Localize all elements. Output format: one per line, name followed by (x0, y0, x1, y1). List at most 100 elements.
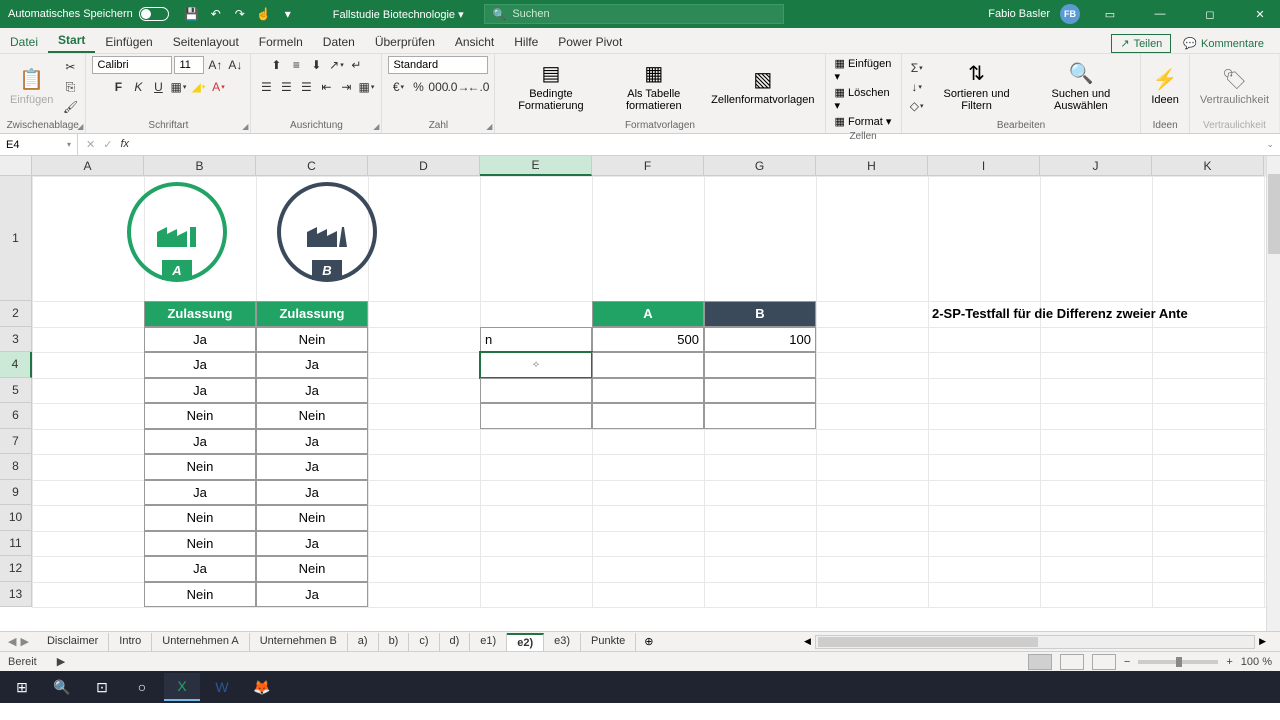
col-header-g[interactable]: G (704, 156, 816, 176)
cell-e4-selected[interactable]: ⟡ (480, 352, 592, 378)
insert-cells-button[interactable]: ▦ Einfügen ▾ (832, 56, 895, 84)
ideas-button[interactable]: ⚡Ideen (1147, 66, 1183, 108)
user-name[interactable]: Fabio Basler (988, 8, 1050, 20)
cell-b8[interactable]: Nein (144, 454, 256, 480)
row-header-8[interactable]: 8 (0, 454, 32, 480)
cell-c8[interactable]: Ja (256, 454, 368, 480)
col-header-b[interactable]: B (144, 156, 256, 176)
vertical-scrollbar[interactable] (1266, 156, 1280, 631)
align-middle-icon[interactable]: ≡ (287, 56, 305, 74)
dialog-launcher-icon[interactable]: ◢ (486, 122, 492, 131)
cell-f4[interactable] (592, 352, 704, 378)
chevron-down-icon[interactable]: ▾ (281, 7, 295, 21)
col-header-a[interactable]: A (32, 156, 144, 176)
col-header-h[interactable]: H (816, 156, 928, 176)
comma-format-icon[interactable]: 000 (429, 78, 447, 96)
normal-view-button[interactable] (1028, 654, 1052, 670)
cell-f2[interactable]: A (592, 301, 704, 327)
enter-formula-icon[interactable]: ✓ (103, 138, 112, 151)
page-break-view-button[interactable] (1092, 654, 1116, 670)
cell-c12[interactable]: Nein (256, 556, 368, 582)
increase-indent-icon[interactable]: ⇥ (337, 78, 355, 96)
row-header-7[interactable]: 7 (0, 429, 32, 455)
cortana-icon[interactable]: ○ (124, 673, 160, 701)
fx-icon[interactable]: fx (120, 138, 129, 151)
orientation-icon[interactable]: ↗ (327, 56, 345, 74)
align-top-icon[interactable]: ⬆ (267, 56, 285, 74)
sheet-tab-UnternehmenB[interactable]: Unternehmen B (250, 633, 348, 651)
row-header-4[interactable]: 4 (0, 352, 32, 378)
col-header-i[interactable]: I (928, 156, 1040, 176)
word-taskbar-icon[interactable]: W (204, 673, 240, 701)
cell-e5[interactable] (480, 378, 592, 404)
align-right-icon[interactable]: ☰ (297, 78, 315, 96)
sheet-tab-Disclaimer[interactable]: Disclaimer (37, 633, 109, 651)
number-format-select[interactable] (388, 56, 488, 74)
excel-taskbar-icon[interactable]: X (164, 673, 200, 701)
decrease-indent-icon[interactable]: ⇤ (317, 78, 335, 96)
tab-ueberpruefen[interactable]: Überprüfen (365, 31, 445, 53)
cell-c2[interactable]: Zulassung (256, 301, 368, 327)
underline-button[interactable]: U (149, 78, 167, 96)
cell-b4[interactable]: Ja (144, 352, 256, 378)
cell-i2[interactable]: 2-SP-Testfall für die Differenz zweier A… (928, 301, 1280, 327)
sheet-tab-d[interactable]: d) (440, 633, 471, 651)
firefox-taskbar-icon[interactable]: 🦊 (244, 673, 280, 701)
search-box[interactable]: 🔍 Suchen (484, 4, 784, 24)
cell-b11[interactable]: Nein (144, 531, 256, 557)
minimize-button[interactable]: — (1140, 0, 1180, 28)
copy-icon[interactable]: ⎘ (61, 78, 79, 96)
tab-seitenlayout[interactable]: Seitenlayout (163, 31, 249, 53)
new-sheet-button[interactable]: ⊕ (636, 635, 661, 648)
zoom-level[interactable]: 100 % (1241, 656, 1272, 668)
sheet-tab-UnternehmenA[interactable]: Unternehmen A (152, 633, 249, 651)
tab-ansicht[interactable]: Ansicht (445, 31, 504, 53)
zoom-slider[interactable] (1138, 660, 1218, 664)
sheet-tab-c[interactable]: c) (409, 633, 439, 651)
italic-button[interactable]: K (129, 78, 147, 96)
col-header-e[interactable]: E (480, 156, 592, 176)
sheet-nav-prev-icon[interactable]: ◀ (8, 635, 16, 648)
wrap-text-icon[interactable]: ↵ (347, 56, 365, 74)
border-button[interactable]: ▦ (169, 78, 187, 96)
cell-g2[interactable]: B (704, 301, 816, 327)
cell-b3[interactable]: Ja (144, 327, 256, 353)
bold-button[interactable]: F (109, 78, 127, 96)
start-button[interactable]: ⊞ (4, 673, 40, 701)
delete-cells-button[interactable]: ▦ Löschen ▾ (832, 85, 895, 113)
comments-button[interactable]: 💬 Kommentare (1175, 34, 1272, 53)
align-left-icon[interactable]: ☰ (257, 78, 275, 96)
autosave-toggle[interactable]: Automatisches Speichern (0, 7, 177, 21)
conditional-formatting-button[interactable]: ▤Bedingte Formatierung (501, 60, 600, 114)
row-header-10[interactable]: 10 (0, 505, 32, 531)
font-color-button[interactable]: A (209, 78, 227, 96)
sheet-tab-Punkte[interactable]: Punkte (581, 633, 636, 651)
cell-e6[interactable] (480, 403, 592, 429)
merge-button[interactable]: ▦ (357, 78, 375, 96)
maximize-button[interactable]: ◻ (1190, 0, 1230, 28)
col-header-f[interactable]: F (592, 156, 704, 176)
toggle-switch[interactable] (139, 7, 169, 21)
row-header-11[interactable]: 11 (0, 531, 32, 557)
horizontal-scrollbar[interactable]: ◀ ▶ (800, 635, 1280, 649)
dialog-launcher-icon[interactable]: ◢ (77, 122, 83, 131)
user-avatar[interactable]: FB (1060, 4, 1080, 24)
cell-c5[interactable]: Ja (256, 378, 368, 404)
dialog-launcher-icon[interactable]: ◢ (242, 122, 248, 131)
row-header-9[interactable]: 9 (0, 480, 32, 506)
col-header-d[interactable]: D (368, 156, 480, 176)
percent-format-icon[interactable]: % (409, 78, 427, 96)
row-header-5[interactable]: 5 (0, 378, 32, 404)
format-as-table-button[interactable]: ▦Als Tabelle formatieren (604, 60, 703, 114)
col-header-k[interactable]: K (1152, 156, 1264, 176)
document-title[interactable]: Fallstudie Biotechnologie ▾ (333, 8, 464, 21)
col-header-c[interactable]: C (256, 156, 368, 176)
accounting-format-icon[interactable]: € (389, 78, 407, 96)
cell-c11[interactable]: Ja (256, 531, 368, 557)
cell-g3[interactable]: 100 (704, 327, 816, 353)
cell-c13[interactable]: Ja (256, 582, 368, 608)
sheet-nav-next-icon[interactable]: ▶ (20, 635, 28, 648)
select-all-corner[interactable] (0, 156, 32, 176)
tab-powerpivot[interactable]: Power Pivot (548, 31, 632, 53)
zoom-in-button[interactable]: + (1226, 656, 1232, 668)
